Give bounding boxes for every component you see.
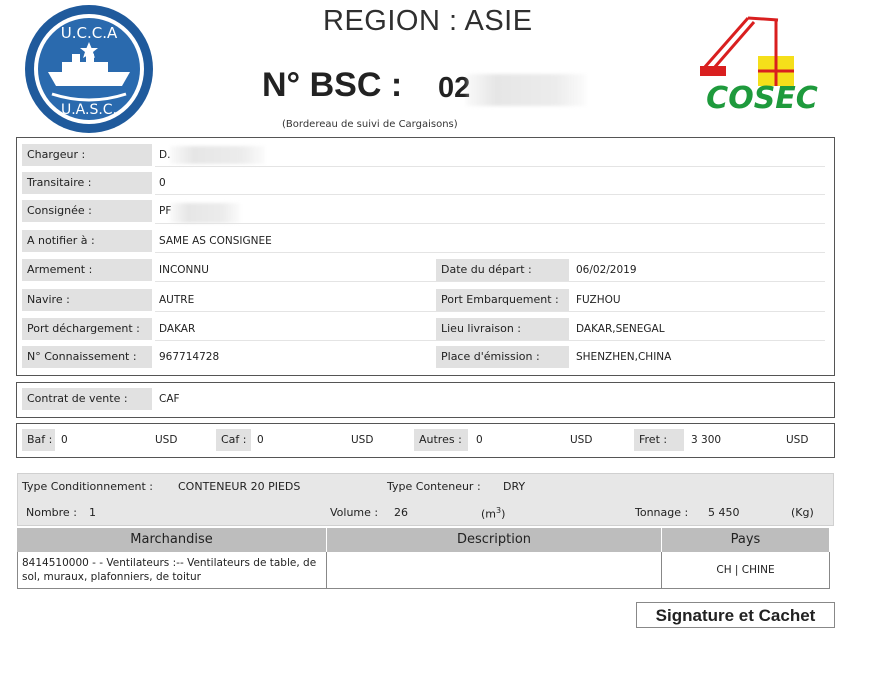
transitaire-label: Transitaire :	[22, 172, 152, 194]
chargeur-label: Chargeur :	[22, 144, 152, 166]
cosec-logo: COSEC	[700, 16, 818, 116]
volume-value: 26	[394, 506, 408, 519]
subtitle: (Bordereau de suivi de Cargaisons)	[282, 119, 458, 130]
pays-text: CH | CHINE	[716, 564, 775, 576]
contrat-value: CAF	[159, 393, 180, 405]
autres-currency: USD	[570, 434, 593, 446]
header-description: Description	[327, 528, 662, 552]
baf-value: 0	[61, 434, 68, 446]
place-emission-value: SHENZHEN,CHINA	[576, 351, 672, 363]
caf-value: 0	[257, 434, 264, 446]
date-depart-label: Date du départ :	[436, 259, 569, 281]
table-cell-description	[326, 552, 662, 589]
table-cell-marchandise: 8414510000 - - Ventilateurs :-- Ventilat…	[17, 552, 327, 589]
header-marchandise: Marchandise	[17, 528, 327, 552]
baf-label: Baf :	[22, 429, 55, 451]
port-dechargement-label: Port déchargement :	[22, 318, 152, 340]
caf-label: Caf :	[216, 429, 251, 451]
navire-label: Navire :	[22, 289, 152, 311]
autres-label: Autres :	[414, 429, 468, 451]
caf-currency: USD	[351, 434, 374, 446]
redaction-blur	[170, 203, 240, 223]
date-depart-value: 06/02/2019	[576, 264, 637, 276]
logo-bottom-text: U.A.S.C.	[61, 102, 117, 118]
type-conteneur-label: Type Conteneur :	[387, 480, 481, 493]
logo-top-text: U.C.C.A	[61, 24, 118, 42]
redaction-blur	[170, 146, 265, 164]
tonnage-value: 5 450	[708, 506, 740, 519]
nombre-value: 1	[89, 506, 96, 519]
region-title: REGION : ASIE	[323, 5, 533, 37]
volume-label: Volume :	[330, 506, 379, 519]
bsc-label: N° BSC :	[262, 66, 403, 104]
fret-currency: USD	[786, 434, 809, 446]
type-conditionnement-value: CONTENEUR 20 PIEDS	[178, 480, 301, 493]
tonnage-label: Tonnage :	[635, 506, 689, 519]
connaissement-value: 967714728	[159, 351, 220, 363]
volume-unit: (m3)	[481, 506, 506, 521]
ucca-uasc-logo: U.C.C.A U.A.S.C.	[25, 5, 153, 133]
nombre-label: Nombre :	[26, 506, 77, 519]
redaction-blur	[466, 74, 586, 106]
signature-box: Signature et Cachet	[636, 602, 835, 628]
chargeur-value: D.	[159, 149, 171, 161]
baf-currency: USD	[155, 434, 178, 446]
marchandise-text: 8414510000 - - Ventilateurs :-- Ventilat…	[22, 557, 317, 583]
consignee-label: Consignée :	[22, 200, 152, 222]
armement-label: Armement :	[22, 259, 152, 281]
header-pays: Pays	[662, 528, 830, 552]
lieu-livraison-label: Lieu livraison :	[436, 318, 569, 340]
type-conteneur-value: DRY	[503, 480, 526, 493]
notifier-value: SAME AS CONSIGNEE	[159, 235, 272, 247]
port-dechargement-value: DAKAR	[159, 323, 196, 335]
navire-value: AUTRE	[159, 294, 195, 306]
lieu-livraison-value: DAKAR,SENEGAL	[576, 323, 665, 335]
place-emission-label: Place d'émission :	[436, 346, 569, 368]
logo-cosec-text: COSEC	[706, 81, 818, 116]
transitaire-value: 0	[159, 177, 166, 189]
contrat-label: Contrat de vente :	[22, 388, 152, 410]
fret-value: 3 300	[691, 434, 722, 446]
port-embarquement-label: Port Embarquement :	[436, 289, 569, 311]
type-conditionnement-label: Type Conditionnement :	[22, 480, 153, 493]
armement-value: INCONNU	[159, 264, 209, 276]
connaissement-label: N° Connaissement :	[22, 346, 152, 368]
fret-label: Fret :	[634, 429, 684, 451]
autres-value: 0	[476, 434, 483, 446]
notifier-label: A notifier à :	[22, 230, 152, 252]
tonnage-unit: (Kg)	[791, 506, 814, 519]
table-cell-pays: CH | CHINE	[661, 552, 830, 589]
port-embarquement-value: FUZHOU	[576, 294, 621, 306]
